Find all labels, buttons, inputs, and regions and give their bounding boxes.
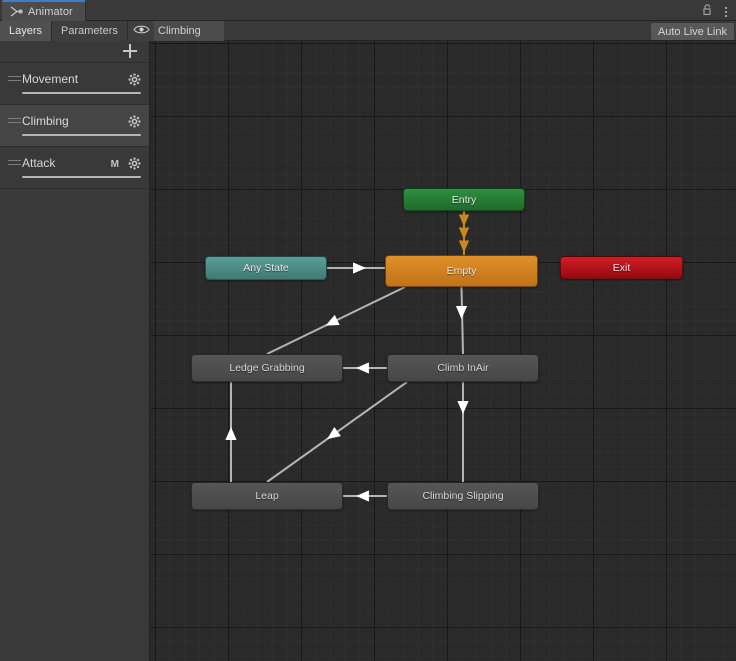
- layer-list: Movement Climbing Attack M: [0, 63, 149, 189]
- state-node-label: Climb InAir: [437, 362, 489, 374]
- layer-name: Climbing: [22, 114, 69, 128]
- layer-row-attack[interactable]: Attack M: [0, 147, 149, 189]
- state-node-any-state[interactable]: Any State: [205, 256, 327, 280]
- state-node-label: Any State: [243, 262, 289, 274]
- layer-name: Attack: [22, 156, 56, 170]
- gear-icon[interactable]: [128, 157, 141, 175]
- layers-panel: Movement Climbing Attack M: [0, 41, 150, 661]
- tab-animator[interactable]: Animator: [2, 0, 86, 21]
- layer-weight-slider[interactable]: [22, 92, 141, 94]
- plus-icon[interactable]: [123, 44, 137, 58]
- transition-edges: [225, 211, 470, 502]
- tab-layers[interactable]: Layers: [0, 21, 53, 41]
- toolbar-tab-group: Layers Parameters: [0, 21, 156, 41]
- gear-icon[interactable]: [128, 115, 141, 133]
- animator-toolbar: Layers Parameters Climbing Auto Live Lin…: [0, 21, 736, 41]
- tab-parameters-label: Parameters: [61, 25, 118, 37]
- drag-handle-icon[interactable]: [8, 160, 21, 168]
- layer-mask-badge: M: [110, 159, 119, 170]
- animator-icon: [10, 6, 23, 17]
- state-node-label: Ledge Grabbing: [229, 362, 305, 374]
- auto-live-link-label: Auto Live Link: [657, 25, 727, 38]
- state-node-label: Entry: [451, 193, 477, 206]
- breadcrumb-item-climbing[interactable]: Climbing: [154, 25, 209, 37]
- window-tabstrip: Animator: [0, 0, 736, 21]
- state-node-slipping[interactable]: Climbing Slipping: [387, 482, 539, 510]
- gear-icon[interactable]: [128, 73, 141, 91]
- state-node-ledge[interactable]: Ledge Grabbing: [191, 354, 343, 382]
- eye-icon: [133, 24, 150, 38]
- state-node-empty[interactable]: Empty: [385, 255, 538, 287]
- layer-row-movement[interactable]: Movement: [0, 63, 149, 105]
- state-node-label: Exit: [612, 261, 631, 274]
- kebab-menu-icon[interactable]: [722, 6, 730, 18]
- state-node-leap[interactable]: Leap: [191, 482, 343, 510]
- state-node-label: Leap: [255, 490, 279, 502]
- drag-handle-icon[interactable]: [8, 118, 21, 126]
- state-node-label: Empty: [446, 265, 477, 277]
- state-node-entry[interactable]: Entry: [403, 188, 525, 211]
- toggle-auto-live-link-visibility[interactable]: [127, 21, 156, 41]
- window-header-icons: [702, 3, 730, 21]
- layer-name: Movement: [22, 72, 79, 86]
- lock-open-icon[interactable]: [702, 3, 713, 21]
- tab-layers-label: Layers: [9, 25, 43, 37]
- animator-window: Animator Layers Parameters Climbing Auto…: [0, 0, 736, 661]
- breadcrumb-chevron-icon: [208, 21, 218, 41]
- layer-row-climbing[interactable]: Climbing: [0, 105, 149, 147]
- layer-weight-slider[interactable]: [22, 176, 141, 178]
- tab-animator-label: Animator: [28, 5, 73, 18]
- layer-weight-slider[interactable]: [22, 134, 141, 136]
- auto-live-link-button[interactable]: Auto Live Link: [650, 23, 734, 40]
- tab-parameters[interactable]: Parameters: [52, 21, 128, 41]
- layer-add-row: [0, 41, 149, 63]
- state-machine-graph[interactable]: Entry Any State Empty Exit Ledge Grabbing Cli…: [151, 41, 736, 661]
- state-node-climbinair[interactable]: Climb InAir: [387, 354, 539, 382]
- state-node-label: Climbing Slipping: [422, 490, 504, 502]
- state-node-exit[interactable]: Exit: [560, 256, 683, 279]
- drag-handle-icon[interactable]: [8, 76, 21, 84]
- breadcrumb[interactable]: Climbing: [154, 21, 218, 41]
